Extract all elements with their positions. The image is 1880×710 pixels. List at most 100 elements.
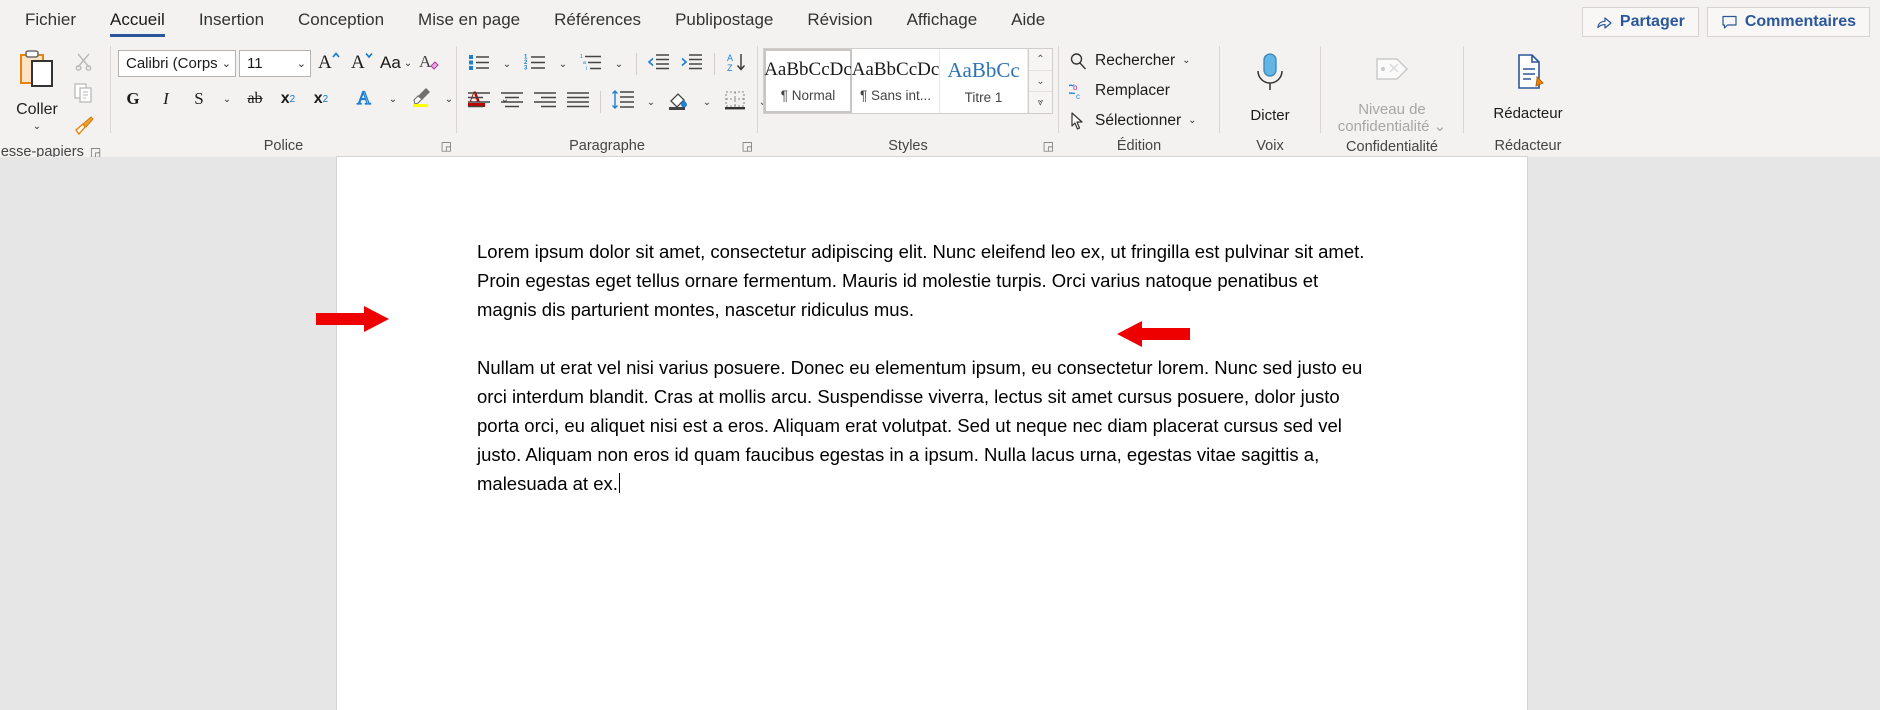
tab-accueil[interactable]: Accueil <box>93 0 182 40</box>
highlight-color-icon <box>410 86 432 113</box>
comments-button-label: Commentaires <box>1744 13 1856 30</box>
decrease-indent-button[interactable] <box>644 49 674 79</box>
comments-button[interactable]: Commentaires <box>1706 7 1870 37</box>
chevron-down-icon[interactable]: ⌄ <box>1182 55 1190 66</box>
underline-button[interactable]: S <box>184 84 214 114</box>
shrink-font-button[interactable]: A <box>347 48 377 78</box>
svg-text:b: b <box>1073 83 1078 92</box>
chevron-down-icon[interactable]: ⌄ <box>293 57 306 70</box>
styles-dialog-launcher-icon[interactable]: ◲ <box>1043 140 1054 152</box>
shading-dropdown[interactable]: ⌄ <box>697 87 717 117</box>
chevron-down-icon[interactable]: ⌄ <box>218 57 231 70</box>
ribbon-group-label: Police ◲ <box>264 135 452 157</box>
chevron-down-icon[interactable]: ⌄ <box>404 58 412 69</box>
tab-conception[interactable]: Conception <box>281 0 401 40</box>
tab-label: Mise en page <box>418 10 521 29</box>
paste-button[interactable]: Coller ⌄ <box>6 47 68 132</box>
document-canvas[interactable]: Lorem ipsum dolor sit amet, consectetur … <box>0 157 1880 710</box>
tab-references[interactable]: Références <box>537 0 658 40</box>
editor-button[interactable]: Rédacteur <box>1482 45 1574 122</box>
font-dialog-launcher-icon[interactable]: ◲ <box>441 140 452 152</box>
tab-insertion[interactable]: Insertion <box>182 0 281 40</box>
shading-button[interactable] <box>664 87 694 117</box>
document-paragraph-2[interactable]: Nullam ut erat vel nisi varius posuere. … <box>477 353 1377 498</box>
paragraph-dialog-launcher-icon[interactable]: ◲ <box>742 140 753 152</box>
style-name: ¶ Normal <box>780 88 836 103</box>
numbering-button[interactable]: 123 <box>520 49 550 79</box>
word-application-window: Fichier Accueil Insertion Conception Mis… <box>0 0 1880 710</box>
tab-aide[interactable]: Aide <box>994 0 1062 40</box>
svg-text:A: A <box>357 88 371 108</box>
ribbon-group-label: Styles ◲ <box>888 135 1054 157</box>
editor-pencil-icon <box>1507 51 1549 100</box>
grow-font-button[interactable]: A <box>314 48 344 78</box>
replace-button[interactable]: bc Remplacer <box>1066 77 1197 104</box>
share-button[interactable]: Partager <box>1581 7 1699 37</box>
align-left-button[interactable] <box>464 87 494 117</box>
copy-button[interactable] <box>70 83 96 109</box>
sort-button[interactable]: AZ <box>722 49 752 79</box>
numbered-list-icon: 123 <box>524 53 546 76</box>
tab-affichage[interactable]: Affichage <box>890 0 995 40</box>
styles-scroll-up-button[interactable]: ⌃ <box>1029 49 1052 71</box>
document-body[interactable]: Lorem ipsum dolor sit amet, consectetur … <box>477 237 1377 527</box>
tab-publipostage[interactable]: Publipostage <box>658 0 790 40</box>
highlight-color-button[interactable] <box>406 84 436 114</box>
dictate-button-label: Dicter <box>1250 107 1290 124</box>
dictate-button[interactable]: Dicter <box>1224 45 1316 124</box>
superscript-index: 2 <box>322 93 329 105</box>
text-effects-dropdown[interactable]: ⌄ <box>383 84 403 114</box>
sensitivity-button[interactable]: Niveau de confidentialité ⌄ <box>1322 45 1462 136</box>
chevron-down-icon[interactable]: ⌄ <box>33 121 41 132</box>
align-center-button[interactable] <box>497 87 527 117</box>
document-page[interactable]: Lorem ipsum dolor sit amet, consectetur … <box>337 157 1527 710</box>
find-button[interactable]: Rechercher ⌄ <box>1066 47 1197 74</box>
ribbon-group-confidentiality: Niveau de confidentialité ⌄ Confidential… <box>1321 40 1463 157</box>
tab-fichier[interactable]: Fichier <box>8 0 93 40</box>
clear-formatting-button[interactable]: A <box>415 48 445 78</box>
bullet-list-icon <box>468 53 490 76</box>
align-right-button[interactable] <box>530 87 560 117</box>
select-button[interactable]: Sélectionner ⌄ <box>1066 107 1197 134</box>
ribbon-tabs: Fichier Accueil Insertion Conception Mis… <box>0 0 1062 40</box>
style-item-normal[interactable]: AaBbCcDc ¶ Normal <box>764 49 852 113</box>
subscript-button[interactable]: x2 <box>273 84 303 114</box>
multilevel-list-button[interactable]: 1ai <box>576 49 606 79</box>
styles-scroll-down-button[interactable]: ⌄ <box>1029 70 1052 93</box>
ribbon-group-clipboard: Coller ⌄ esse-papiers ◲ <box>0 40 110 160</box>
ribbon-group-font: Calibri (Corps) ⌄ 11 ⌄ A A Aa ⌄ A G I S … <box>111 40 509 157</box>
line-spacing-button[interactable] <box>608 87 638 117</box>
borders-button[interactable] <box>720 87 750 117</box>
chevron-down-icon: ⌄ <box>614 58 624 70</box>
format-painter-button[interactable] <box>70 115 96 141</box>
document-paragraph-1[interactable]: Lorem ipsum dolor sit amet, consectetur … <box>477 237 1377 324</box>
italic-button[interactable]: I <box>151 84 181 114</box>
cursor-arrow-icon <box>1068 111 1088 130</box>
style-item-sans-interligne[interactable]: AaBbCcDc ¶ Sans int... <box>852 49 940 113</box>
bullets-dropdown[interactable]: ⌄ <box>497 49 517 79</box>
bold-button[interactable]: G <box>118 84 148 114</box>
styles-more-button[interactable]: ⩔ <box>1029 92 1052 114</box>
increase-indent-button[interactable] <box>677 49 707 79</box>
font-size-combobox[interactable]: 11 ⌄ <box>239 49 311 77</box>
bullets-button[interactable] <box>464 49 494 79</box>
underline-dropdown[interactable]: ⌄ <box>217 84 237 114</box>
chevron-down-icon[interactable]: ⌄ <box>1188 115 1196 126</box>
multilevel-list-dropdown[interactable]: ⌄ <box>609 49 629 79</box>
align-justify-button[interactable] <box>563 87 593 117</box>
ribbon-group-label: Confidentialité <box>1346 136 1438 158</box>
style-item-titre-1[interactable]: AaBbCc Titre 1 <box>940 49 1028 113</box>
tab-revision[interactable]: Révision <box>790 0 889 40</box>
numbering-dropdown[interactable]: ⌄ <box>553 49 573 79</box>
font-name-combobox[interactable]: Calibri (Corps) ⌄ <box>118 49 236 77</box>
divider <box>600 91 601 113</box>
highlight-color-dropdown[interactable]: ⌄ <box>439 84 459 114</box>
tab-mise-en-page[interactable]: Mise en page <box>401 0 537 40</box>
line-spacing-dropdown[interactable]: ⌄ <box>641 87 661 117</box>
text-effects-button[interactable]: A <box>350 84 380 114</box>
strikethrough-button[interactable]: ab <box>240 84 270 114</box>
change-case-button[interactable]: Aa ⌄ <box>380 48 412 78</box>
cut-button[interactable] <box>70 51 96 77</box>
superscript-button[interactable]: x2 <box>306 84 336 114</box>
chevron-down-icon: ⌄ <box>558 58 568 70</box>
